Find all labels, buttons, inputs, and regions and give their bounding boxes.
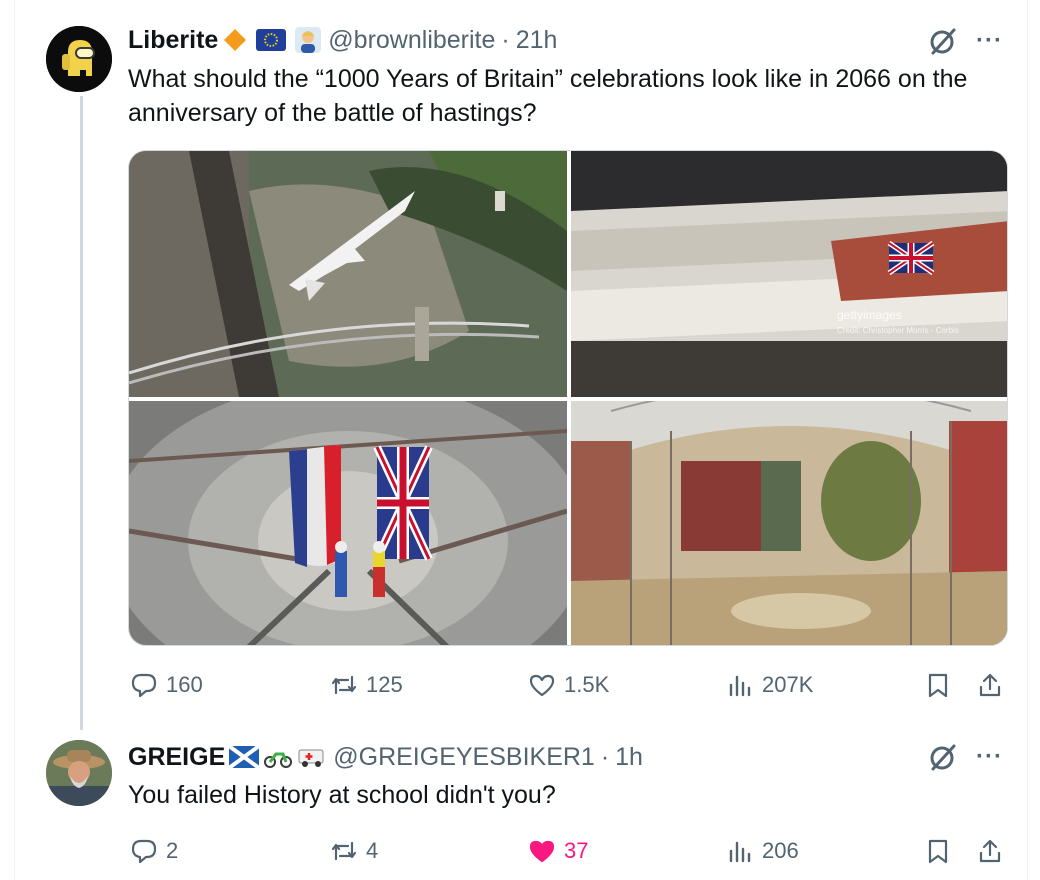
getty-watermark-brand: gettyimages <box>837 308 902 322</box>
reply-button[interactable]: 160 <box>130 668 203 702</box>
bookmark-icon <box>928 839 948 864</box>
share-button[interactable] <box>976 668 1004 702</box>
like-button[interactable]: 1.5K <box>528 668 609 702</box>
views-button[interactable]: 206 <box>726 834 799 868</box>
like-count: 37 <box>564 838 589 863</box>
image-crystal-palace[interactable] <box>571 401 1007 645</box>
reply-header-actions: ··· <box>928 742 1003 772</box>
eu-flag-icon <box>256 29 287 51</box>
image-concorde-bridge[interactable] <box>129 151 567 397</box>
post-action-bar: 160 125 1.5K 207K <box>128 668 1008 702</box>
author-name[interactable]: GREIGE <box>128 743 225 772</box>
bookmark-button[interactable] <box>924 668 952 702</box>
more-icon[interactable]: ··· <box>976 29 1003 53</box>
reply-count: 160 <box>166 672 203 697</box>
scotland-flag-icon <box>229 746 260 768</box>
like-button[interactable]: 37 <box>528 834 588 868</box>
separator-dot: · <box>600 742 610 771</box>
image-channel-tunnel[interactable] <box>129 401 567 645</box>
post-text: What should the “1000 Years of Britain” … <box>128 65 968 127</box>
like-icon <box>529 840 555 863</box>
share-button[interactable] <box>976 834 1004 868</box>
reply-timestamp[interactable]: 1h <box>615 743 643 772</box>
repost-button[interactable]: 125 <box>330 668 403 702</box>
avatar[interactable] <box>46 740 112 806</box>
reply-count: 2 <box>166 838 179 863</box>
views-icon <box>729 841 751 863</box>
like-count: 1.5K <box>564 672 610 697</box>
post-header-actions: ··· <box>928 26 1003 56</box>
reply-button[interactable]: 2 <box>130 834 178 868</box>
reply-action-bar: 2 4 37 206 <box>128 834 1008 868</box>
reply-icon <box>131 673 157 698</box>
repost-count: 4 <box>366 838 379 863</box>
share-icon <box>979 673 1001 697</box>
repost-icon <box>331 675 357 695</box>
image-olympic-parade[interactable]: gettyimages Credit: Christopher Morris -… <box>571 151 1007 397</box>
ambulance-emoji-icon <box>297 745 327 769</box>
repost-icon <box>331 841 357 861</box>
more-icon[interactable]: ··· <box>976 745 1003 769</box>
bookmark-icon <box>928 673 948 698</box>
views-count: 206 <box>762 838 799 863</box>
author-handle[interactable]: @brownliberite <box>328 26 495 55</box>
reply-header: GREIGE @GREIGEYESBIKER1 · 1h <box>128 741 643 773</box>
thread-connector-line <box>80 96 83 730</box>
author-handle[interactable]: @GREIGEYESBIKER1 <box>333 743 595 772</box>
post-header: Liberite @brownliberite · 21h <box>128 24 557 56</box>
avatar[interactable] <box>46 26 112 92</box>
views-button[interactable]: 207K <box>726 668 813 702</box>
person-emoji-icon <box>294 26 322 54</box>
repost-button[interactable]: 4 <box>330 834 378 868</box>
bookmark-button[interactable] <box>924 834 952 868</box>
getty-watermark-credit: Credit: Christopher Morris - Corbis <box>837 326 959 335</box>
views-count: 207K <box>762 672 814 697</box>
post-timestamp[interactable]: 21h <box>516 26 558 55</box>
like-icon <box>529 674 555 697</box>
reply-icon <box>131 839 157 864</box>
author-name[interactable]: Liberite <box>128 26 218 55</box>
media-grid[interactable]: gettyimages Credit: Christopher Morris -… <box>128 150 1008 646</box>
reply-text: You failed History at school didn't you? <box>128 781 556 809</box>
views-icon <box>729 675 751 697</box>
share-icon <box>979 839 1001 863</box>
grok-icon[interactable] <box>928 742 958 772</box>
motorbike-emoji-icon <box>263 745 293 769</box>
repost-count: 125 <box>366 672 403 697</box>
gold-diamond-icon <box>222 27 248 53</box>
separator-dot: · <box>501 25 510 54</box>
grok-icon[interactable] <box>928 26 958 56</box>
